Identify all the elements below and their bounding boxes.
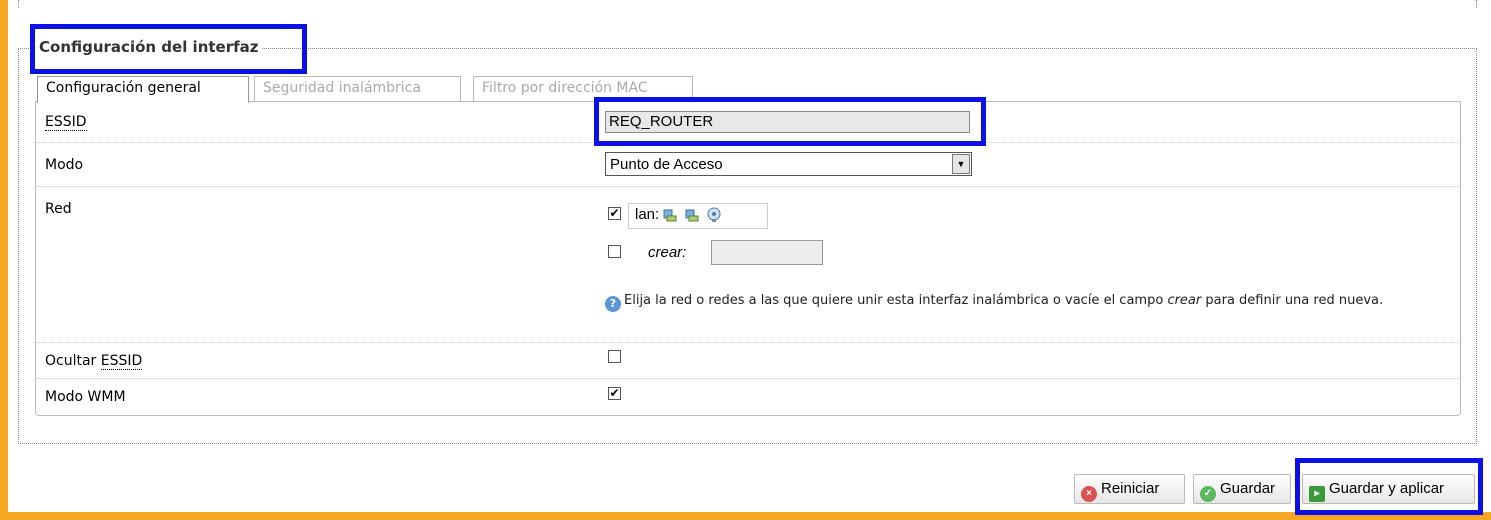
modo-wmm-label: Modo WMM	[45, 389, 126, 405]
essid-input[interactable]: REQ_ROUTER	[605, 111, 970, 133]
red-label: Red	[45, 201, 72, 217]
tab-wireless-security[interactable]: Seguridad inalámbrica	[254, 76, 461, 102]
outer-border-left	[18, 0, 19, 8]
crear-input[interactable]	[711, 240, 823, 265]
save-button[interactable]: ✓ Guardar	[1193, 474, 1291, 504]
tab-mac-filter[interactable]: Filtro por dirección MAC	[473, 76, 693, 102]
tab-general-config[interactable]: Configuración general	[37, 76, 249, 103]
network-help-text: ? Elija la red o redes a las que quiere u…	[605, 290, 1435, 312]
wmm-mode-checkbox[interactable]: ✔	[608, 387, 621, 400]
bottom-accent-bar	[0, 512, 1491, 520]
modo-label: Modo	[45, 157, 84, 173]
left-accent-bar	[0, 0, 8, 520]
row-ocultar-essid: Ocultar ESSID	[36, 343, 1460, 379]
check-icon: ✓	[1200, 486, 1216, 502]
hide-essid-checkbox[interactable]	[608, 350, 621, 363]
reset-button[interactable]: × Reiniciar	[1074, 474, 1185, 504]
crear-label: crear:	[648, 244, 687, 261]
help-icon: ?	[605, 296, 621, 312]
apply-icon: ▸	[1309, 486, 1325, 502]
section-legend: Configuración del interfaz	[36, 38, 262, 56]
outer-border-right	[1476, 0, 1477, 8]
modo-select[interactable]: Punto de Acceso ▼	[605, 152, 972, 176]
row-modo-wmm: Modo WMM	[36, 379, 1460, 415]
lan-label: lan:	[635, 206, 660, 223]
chevron-down-icon[interactable]: ▼	[952, 154, 970, 174]
modo-select-value: Punto de Acceso	[610, 156, 723, 173]
wifi-icon	[707, 207, 721, 222]
ethernet-port-icon	[685, 209, 699, 222]
crear-checkbox[interactable]	[608, 245, 621, 258]
reset-icon: ×	[1081, 486, 1097, 502]
lan-checkbox[interactable]: ✔	[608, 207, 621, 220]
ocultar-essid-label: Ocultar ESSID	[45, 353, 143, 370]
ethernet-port-icon	[663, 209, 677, 222]
save-apply-button[interactable]: ▸ Guardar y aplicar	[1302, 474, 1475, 504]
essid-label: ESSID	[45, 114, 87, 131]
